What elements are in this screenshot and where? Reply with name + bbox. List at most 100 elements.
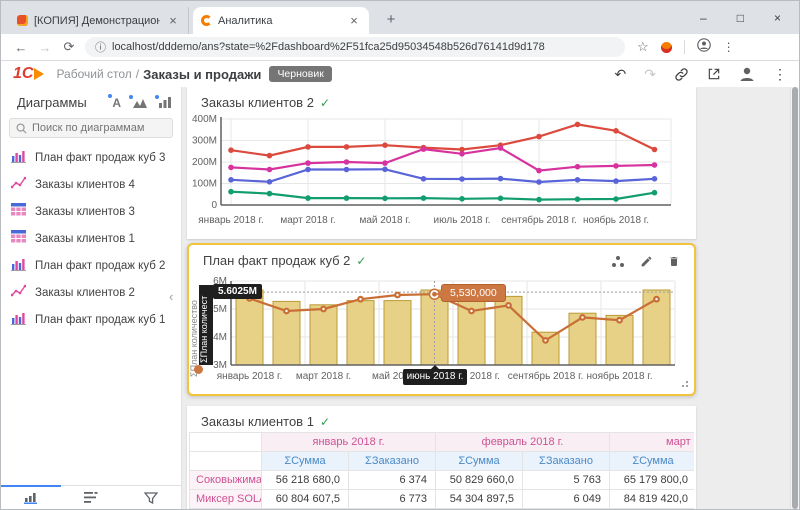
open-in-new-icon[interactable] (707, 67, 721, 81)
orders-table[interactable]: январь 2018 г.февраль 2018 г.март 2018 г… (189, 432, 694, 509)
sidebar-item-7[interactable]: План факт продаж куб 1 (1, 306, 181, 333)
bookmark-star-icon[interactable]: ☆ (637, 39, 649, 55)
svg-text:январь 2018 г.: январь 2018 г. (198, 215, 263, 226)
svg-text:сентябрь 2018 г.: сентябрь 2018 г. (508, 370, 584, 382)
table-icon (11, 203, 26, 220)
browser-menu-icon[interactable]: ⋮ (723, 40, 735, 54)
sidebar-item-label: Заказы клиентов 4 (35, 179, 135, 191)
add-chart-icon[interactable] (159, 97, 171, 108)
back-icon[interactable]: ← (9, 40, 33, 55)
page-info-icon[interactable]: ⓘ (95, 39, 106, 55)
month-header-row: январь 2018 г.февраль 2018 г.март 2018 г… (190, 433, 695, 452)
resize-handle[interactable] (682, 385, 684, 387)
sidebar-item-4[interactable]: Заказы клиентов 1 (1, 225, 181, 252)
chart-title: План факт продаж куб 2✓ (203, 253, 366, 268)
tab-strip: [КОПИЯ] Демонстрационная б × Аналитика ×… (1, 1, 799, 34)
table-cell: 50 829 660,0 (436, 471, 523, 490)
svg-text:ноябрь 2018 г.: ноябрь 2018 г. (583, 214, 649, 226)
table-cell: 5 763 (523, 471, 610, 490)
table-row: Миксер SOLAC мод...60 804 607,56 77354 3… (190, 490, 695, 509)
edit-pencil-icon[interactable] (636, 251, 656, 271)
extension-icon[interactable] (661, 42, 672, 53)
tab-legend[interactable] (61, 486, 121, 509)
sidebar-item-3[interactable]: Заказы клиентов 3 (1, 198, 181, 225)
browser-tab-analytics[interactable]: Аналитика × (193, 7, 369, 34)
app-menu-icon[interactable]: ⋮ (773, 66, 787, 83)
undo-icon[interactable]: ↶ (615, 66, 627, 83)
sidebar-item-5[interactable]: План факт продаж куб 2 (1, 252, 181, 279)
table-cell: 65 179 800,0 (610, 471, 695, 490)
table-title: Заказы клиентов 1✓ (201, 414, 330, 429)
forward-icon[interactable]: → (33, 40, 57, 55)
tab-diagrams[interactable] (1, 486, 61, 509)
sidebar-item-label: Заказы клиентов 3 (35, 206, 135, 218)
table-cell: 18 287 388,0 (436, 509, 523, 510)
close-button[interactable]: × (774, 11, 781, 25)
tab-favicon-analytics (201, 15, 212, 26)
1c-logo: 1С (13, 65, 44, 83)
add-image-icon[interactable] (133, 97, 147, 108)
month-tooltip: июнь 2018 г. (403, 369, 467, 385)
month-header[interactable]: январь 2018 г. (262, 433, 436, 452)
breadcrumb-root[interactable]: Рабочий стол (56, 67, 131, 81)
line-chart-icon (11, 284, 26, 301)
svg-text:май 2018 г.: май 2018 г. (359, 215, 410, 226)
sidebar-item-6[interactable]: Заказы клиентов 2 (1, 279, 181, 306)
drill-links-icon[interactable] (608, 251, 628, 271)
svg-text:400M: 400M (192, 114, 217, 125)
sidebar-item-1[interactable]: План факт продаж куб 3 (1, 144, 181, 171)
diagrams-sidebar: Диаграммы A План факт продаж куб 3Заказы… (1, 87, 182, 509)
page-title: Заказы и продажи (143, 67, 261, 82)
new-tab-button[interactable]: + (381, 10, 401, 30)
scrollbar-thumb[interactable] (792, 87, 798, 509)
url-input[interactable]: ⓘ localhost/dddemo/ans?state=%2Fdashboar… (85, 37, 625, 57)
tab-close-icon[interactable]: × (347, 13, 361, 28)
browser-tab-demo[interactable]: [КОПИЯ] Демонстрационная б × (9, 7, 189, 34)
user-avatar[interactable] (739, 66, 755, 82)
svg-text:100M: 100M (192, 179, 217, 190)
vertical-scrollbar[interactable] (790, 87, 799, 509)
column-header[interactable]: ΣСумма (262, 452, 349, 471)
row-label-link[interactable]: Миксер SOLAC мод... (190, 490, 262, 509)
check-icon: ✓ (356, 254, 366, 268)
delete-trash-icon[interactable] (664, 251, 684, 271)
card-orders-clients-1[interactable]: Заказы клиентов 1✓ январь 2018 г.февраль… (187, 406, 696, 509)
month-header[interactable]: март 2018 г. (610, 433, 695, 452)
browser-profile-icon[interactable] (697, 38, 711, 57)
column-header[interactable]: ΣСумма (436, 452, 523, 471)
diagram-search[interactable] (9, 118, 173, 138)
row-label-link[interactable]: Соковыжималка "... (190, 471, 262, 490)
minimize-button[interactable]: – (700, 11, 707, 25)
table-cell: 60 804 607,5 (262, 490, 349, 509)
reload-icon[interactable]: ⟳ (57, 39, 81, 55)
column-header[interactable]: ΣЗаказано (349, 452, 436, 471)
line-chart[interactable]: 0100M200M300M400Mянварь 2018 г.март 2018… (191, 111, 687, 233)
link-icon[interactable] (674, 67, 689, 82)
svg-text:март 2018 г.: март 2018 г. (280, 215, 335, 226)
column-header[interactable]: ΣЗаказано (523, 452, 610, 471)
sidebar-collapse-icon[interactable]: ‹ (169, 289, 173, 304)
line-chart-icon (11, 176, 26, 193)
svg-text:январь 2018 г.: январь 2018 г. (217, 371, 282, 382)
sidebar-item-2[interactable]: Заказы клиентов 4 (1, 171, 181, 198)
row-label-link[interactable]: Чайник MOULINEX ... (190, 509, 262, 510)
bar-chart-icon (11, 257, 26, 274)
search-input[interactable] (32, 122, 162, 134)
table-cell: 14 071 (349, 509, 436, 510)
add-text-icon[interactable]: A (112, 96, 121, 110)
url-text: localhost/dddemo/ans?state=%2Fdashboard%… (112, 41, 545, 53)
sub-header-row: ΣСуммаΣЗаказаноΣСуммаΣЗаказаноΣСуммаΣЗак… (190, 452, 695, 471)
card-plan-fact-cube-2[interactable]: План факт продаж куб 2✓ 3M4M5M6Mянварь 2… (187, 243, 696, 396)
maximize-button[interactable]: □ (737, 11, 744, 25)
table-cell: 84 819 420,0 (610, 490, 695, 509)
card-orders-clients-2[interactable]: Заказы клиентов 2✓ 0100M200M300M400Mянва… (187, 87, 696, 239)
table-row: Соковыжималка "...56 218 680,06 37450 82… (190, 471, 695, 490)
column-header[interactable]: ΣСумма (610, 452, 695, 471)
svg-text:март 2018 г.: март 2018 г. (296, 371, 351, 382)
table-cell: 54 304 897,5 (436, 490, 523, 509)
tab-title: Аналитика (218, 15, 341, 27)
filter-funnel-icon[interactable] (121, 486, 181, 509)
tab-close-icon[interactable]: × (166, 13, 180, 28)
redo-icon[interactable]: ↷ (644, 66, 656, 83)
month-header[interactable]: февраль 2018 г. (436, 433, 610, 452)
